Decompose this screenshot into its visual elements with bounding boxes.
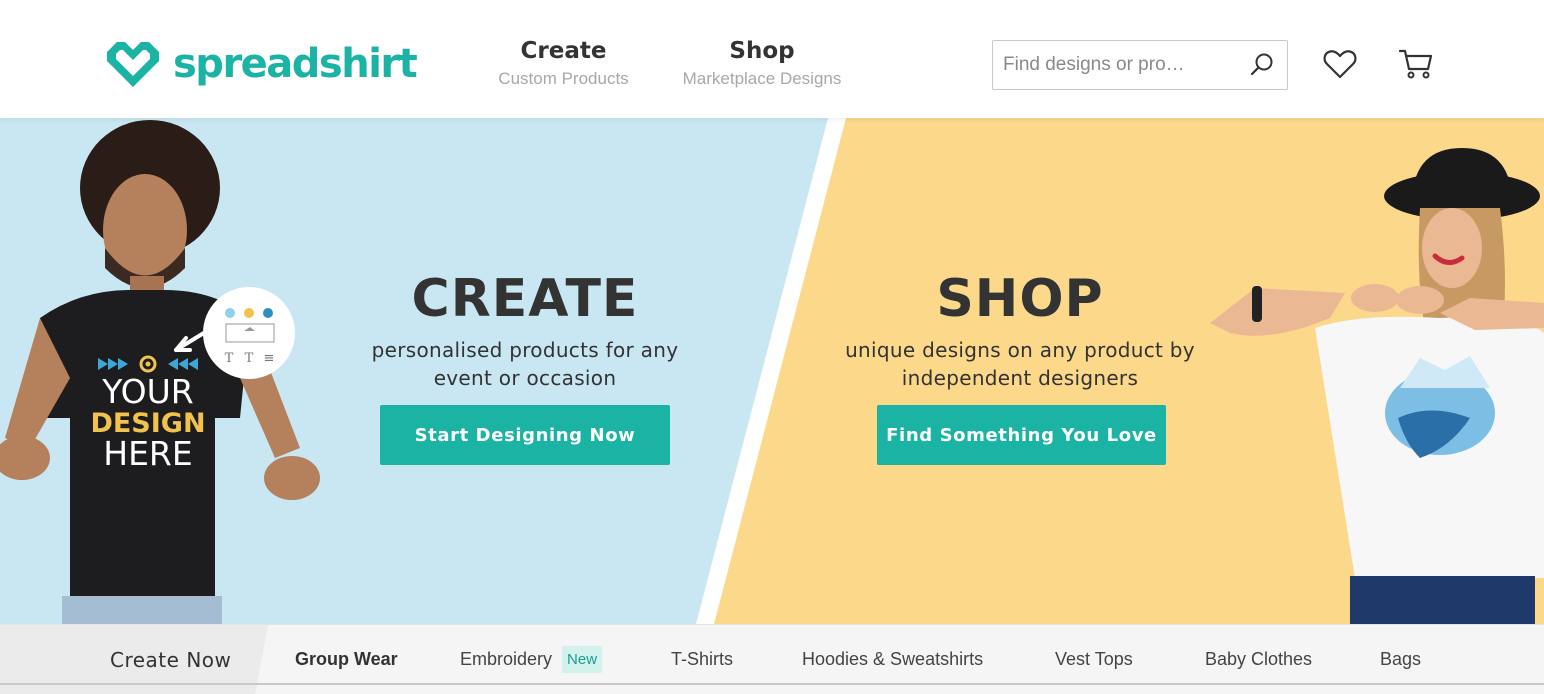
find-something-button[interactable]: Find Something You Love xyxy=(877,405,1166,465)
editor-text-tool-icon: T xyxy=(225,351,234,366)
editor-align-tool-icon: ≡ xyxy=(264,351,275,366)
hero-banner: YOUR DESIGN HERE T T ≡ CREATE personalis… xyxy=(0,118,1544,624)
create-panel: CREATE personalised products for any eve… xyxy=(355,268,695,392)
tshirt-print-line1: YOUR xyxy=(101,372,193,411)
cart-icon xyxy=(1398,49,1433,79)
site-header: spreadshirt Create Custom Products Shop … xyxy=(0,0,1544,118)
category-embroidery-label: Embroidery xyxy=(460,649,553,669)
wishlist-button[interactable] xyxy=(1322,46,1358,82)
start-designing-button[interactable]: Start Designing Now xyxy=(380,405,670,465)
create-subtitle-line2: event or occasion xyxy=(433,366,617,390)
bottom-divider xyxy=(0,683,1544,685)
nav-shop-title: Shop xyxy=(729,38,795,64)
create-subtitle-line1: personalised products for any xyxy=(371,338,679,362)
heart-logo-icon xyxy=(107,42,159,87)
shop-subtitle-line1: unique designs on any product by xyxy=(845,338,1195,362)
new-badge: New xyxy=(562,646,603,673)
editor-font-tool-icon: T xyxy=(245,351,254,366)
nav-create-title: Create xyxy=(520,38,607,64)
search-input[interactable] xyxy=(1003,41,1241,89)
nav-create[interactable]: Create Custom Products xyxy=(486,36,641,90)
nav-shop[interactable]: Shop Marketplace Designs xyxy=(672,36,852,90)
search-box xyxy=(992,40,1288,90)
shop-subtitle-line2: independent designers xyxy=(901,366,1139,390)
tshirt-print-line3: HERE xyxy=(103,434,192,473)
nav-shop-subtitle: Marketplace Designs xyxy=(682,69,842,88)
shop-panel: SHOP unique designs on any product by in… xyxy=(835,268,1205,392)
logo-wordmark: spreadshirt xyxy=(173,41,418,87)
heart-icon xyxy=(1323,50,1357,79)
hero-background: YOUR DESIGN HERE T T ≡ xyxy=(0,118,1544,624)
shop-heading: SHOP xyxy=(936,269,1104,329)
cart-button[interactable] xyxy=(1398,46,1434,82)
spreadshirt-logo[interactable]: spreadshirt xyxy=(103,38,418,90)
search-icon[interactable] xyxy=(1249,52,1275,78)
nav-create-subtitle: Custom Products xyxy=(498,69,629,88)
create-heading: CREATE xyxy=(411,269,639,329)
